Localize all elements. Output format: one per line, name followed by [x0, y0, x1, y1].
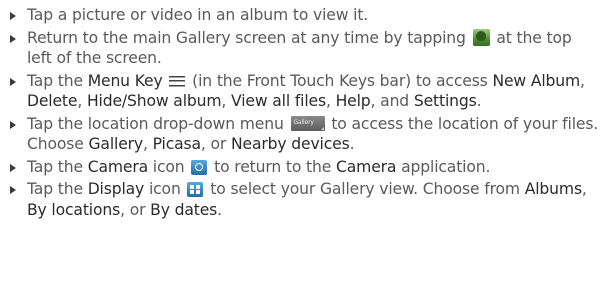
help-term: Help	[335, 92, 371, 110]
list-item: Tap the Menu Key (in the Front Touch Key…	[6, 71, 600, 112]
camera-term: Camera	[87, 157, 148, 176]
menu-key-term: Menu Key	[87, 71, 163, 90]
instruction-list: Tap a picture or video in an album to vi…	[6, 5, 600, 220]
separator: ,	[142, 135, 153, 153]
list-item: Tap the Camera icon to return to the Cam…	[6, 157, 600, 178]
item-text: icon	[148, 157, 190, 176]
separator: ,	[221, 92, 232, 110]
bullet-arrow-icon	[10, 12, 16, 20]
item-text: Return to the main Gallery screen at any…	[27, 28, 471, 47]
camera-icon	[191, 159, 208, 175]
delete-term: Delete	[27, 92, 78, 110]
gallery-home-icon	[472, 28, 490, 46]
view-all-files-term: View all files	[231, 92, 326, 110]
list-item: Tap a picture or video in an album to vi…	[6, 5, 600, 26]
location-dropdown-icon: Gallery	[290, 115, 325, 131]
item-text: Tap the	[27, 180, 88, 198]
separator: ,	[581, 180, 587, 198]
bullet-arrow-icon	[10, 34, 16, 43]
item-text: icon	[144, 180, 186, 198]
item-text: application.	[396, 157, 491, 176]
item-text: (in the Front Touch Keys bar) to access	[187, 71, 493, 90]
gallery-instructions: Tap a picture or video in an album to vi…	[0, 0, 606, 283]
by-locations-term: By locations	[27, 200, 121, 219]
item-text: Tap the	[27, 157, 88, 176]
separator: , and	[370, 92, 414, 110]
picasa-term: Picasa	[152, 135, 201, 153]
item-text: to return to the	[209, 157, 337, 176]
separator: ,	[580, 71, 585, 90]
by-dates-term: By dates	[150, 200, 218, 219]
list-item: Tap the Display icon to select your Gall…	[6, 179, 600, 220]
settings-term: Settings	[413, 92, 477, 110]
separator: ,	[325, 92, 336, 110]
nearby-devices-term: Nearby devices	[231, 135, 350, 153]
item-text: Tap the	[27, 71, 88, 90]
bullet-arrow-icon	[10, 163, 16, 172]
item-text: Tap the location drop-down menu	[27, 114, 289, 133]
albums-term: Albums	[524, 180, 582, 198]
separator: .	[476, 92, 482, 110]
bullet-arrow-icon	[10, 77, 16, 86]
separator: .	[349, 135, 355, 153]
dropdown-label: Gallery	[293, 118, 314, 126]
separator: ,	[77, 92, 87, 110]
list-item: Tap the location drop-down menu Gallery …	[6, 114, 600, 155]
display-icon	[187, 182, 204, 197]
display-term: Display	[87, 180, 145, 198]
separator: , or	[120, 200, 151, 219]
list-item: Return to the main Gallery screen at any…	[6, 28, 600, 69]
bullet-arrow-icon	[10, 186, 16, 194]
camera-term: Camera	[336, 157, 397, 176]
separator: .	[217, 200, 222, 219]
menu-icon	[169, 74, 186, 87]
separator: , or	[200, 135, 231, 153]
new-album-term: New Album	[492, 71, 581, 90]
item-text: to select your Gallery view. Choose from	[205, 180, 525, 198]
gallery-term: Gallery	[88, 135, 143, 153]
hide-show-album-term: Hide/Show album	[86, 92, 222, 110]
item-text: Tap a picture or video in an album to vi…	[27, 6, 369, 24]
bullet-arrow-icon	[10, 120, 16, 129]
